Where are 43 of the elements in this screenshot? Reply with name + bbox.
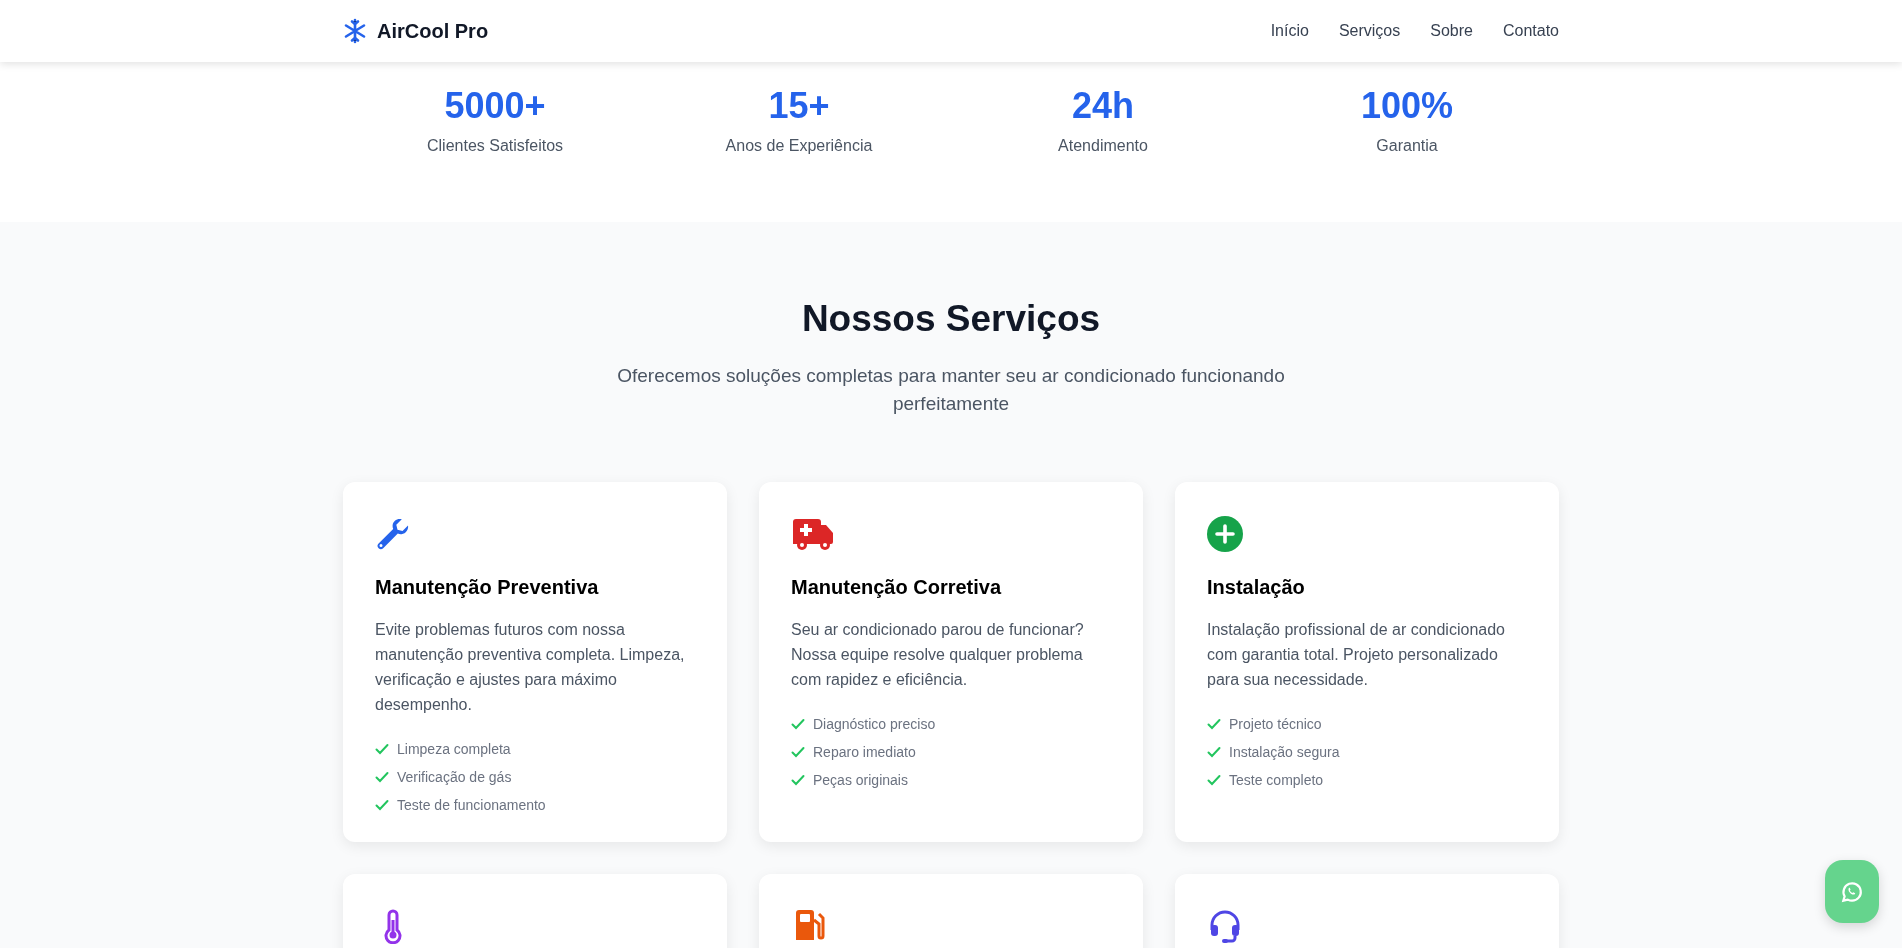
feature-item: Instalação segura [1229,744,1340,760]
plus-circle-icon [1207,516,1243,552]
nav-link[interactable]: Sobre [1430,22,1473,40]
check-icon [375,770,389,784]
check-icon [791,745,805,759]
check-icon [375,742,389,756]
chat-button[interactable] [1825,860,1879,923]
stat-value: 100% [1360,84,1454,128]
card-title: Manutenção Preventiva [375,576,600,599]
feature-item: Diagnóstico preciso [813,716,936,732]
stat-label: Anos de Experiência [725,137,873,156]
card-title: Instalação [1207,576,1306,599]
card-title: Manutenção Corretiva [791,576,1003,599]
nav-link[interactable]: Contato [1502,22,1559,40]
stat-value: 15+ [768,84,830,128]
stat-value: 5000+ [444,84,546,128]
stat-label: Clientes Satisfeitos [426,137,564,156]
check-icon [1207,773,1221,787]
check-icon [791,773,805,787]
feature-item: Teste completo [1229,772,1324,788]
brand-name[interactable]: AirCool Pro [377,19,489,43]
check-icon [1207,745,1221,759]
snowflake-icon [343,18,367,44]
nav-link[interactable]: Serviços [1338,22,1401,40]
wrench-icon [375,516,411,552]
feature-item: Projeto técnico [1229,716,1322,732]
section-subtitle: Oferecemos soluções completas para manter seu ar condicionado funcionando perfeitamente [616,364,1286,416]
feature-item: Reparo imediato [813,744,916,760]
card-description: Instalação profissional de ar condicionado com garantia total. Projeto personalizado para sua necessidade. [1207,620,1506,690]
nav-link[interactable]: Início [1270,22,1309,40]
check-icon [1207,717,1221,731]
feature-item: Verificação de gás [397,769,512,785]
feature-item: Peças originais [813,772,908,788]
section-title: Nossos Serviços [800,298,1102,340]
check-icon [375,798,389,812]
card-description: Seu ar condicionado parou de funcionar? Nossa equipe resolve qualquer problema com rapidez e eficiência. [791,620,1085,690]
stat-label: Garantia [1376,137,1438,156]
check-icon [791,717,805,731]
stat-label: Atendimento [1058,137,1148,156]
stat-value: 24h [1071,84,1134,128]
feature-item: Limpeza completa [397,741,511,757]
card-description: Evite problemas futuros com nossa manutenção preventiva completa. Limpeza, verificação e ajustes para máximo desempenho. [375,620,686,715]
feature-item: Teste de funcionamento [397,797,546,813]
